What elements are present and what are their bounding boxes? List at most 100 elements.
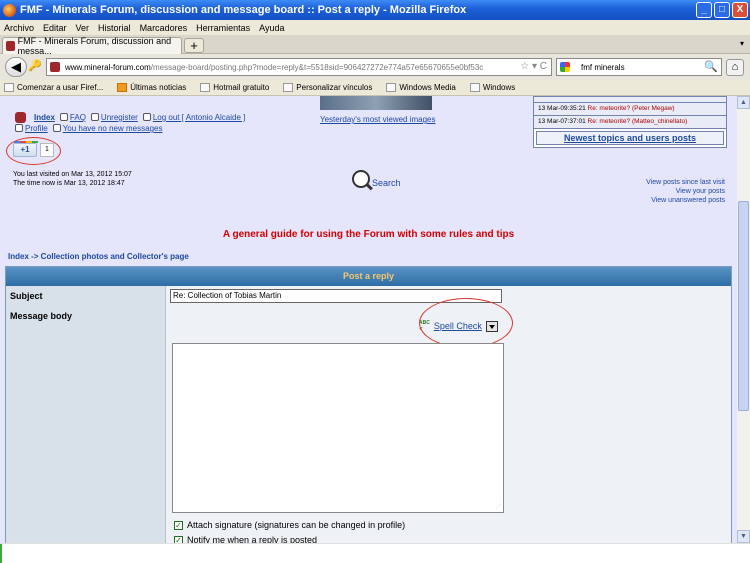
scroll-up-button[interactable]: ▲ bbox=[737, 96, 750, 109]
search-link[interactable]: Search bbox=[352, 170, 401, 188]
page-icon bbox=[283, 83, 294, 92]
topic-time: 13 Mar-09:35:21 bbox=[538, 105, 586, 112]
menu-archivo[interactable]: Archivo bbox=[4, 23, 34, 33]
progress-indicator bbox=[0, 544, 2, 563]
google-icon bbox=[560, 62, 570, 72]
unanswered-link[interactable]: View unanswered posts bbox=[646, 196, 725, 205]
annotation-circle bbox=[6, 137, 61, 165]
topic-time: 13 Mar-07:37:01 bbox=[538, 118, 586, 125]
tab-label: FMF - Minerals Forum, discussion and mes… bbox=[17, 36, 172, 56]
tab-list-button[interactable]: ▾ bbox=[740, 39, 744, 48]
forum-nav-2: Profile You have no new messages bbox=[15, 124, 162, 133]
menu-ver[interactable]: Ver bbox=[76, 23, 90, 33]
home-button[interactable]: ⌂ bbox=[726, 59, 744, 76]
bookmarks-toolbar: Comenzar a usar Firef... Últimas noticia… bbox=[0, 80, 750, 96]
menu-bar: Archivo Editar Ver Historial Marcadores … bbox=[0, 20, 750, 35]
bookmark-label: Comenzar a usar Firef... bbox=[17, 83, 104, 92]
topic-row[interactable]: 13 Mar-07:37:01 Re: meteorite? (Matteo_c… bbox=[534, 116, 726, 129]
breadcrumb[interactable]: Index -> Collection photos and Collector… bbox=[8, 252, 189, 261]
window-titlebar: FMF - Minerals Forum, discussion and mes… bbox=[0, 0, 750, 20]
subject-row: Subject Re: Collection of Tobias Martin bbox=[6, 286, 731, 306]
window-controls: _ □ X bbox=[696, 2, 748, 18]
forum-guide-link[interactable]: A general guide for using the Forum with… bbox=[0, 229, 737, 240]
bookmark-item[interactable]: Windows bbox=[469, 83, 515, 92]
bookmark-item[interactable]: Últimas noticias bbox=[117, 83, 186, 92]
url-bar[interactable]: www.mineral-forum.com/message-board/post… bbox=[46, 58, 552, 76]
form-header: Post a reply bbox=[6, 267, 731, 286]
faq-icon bbox=[59, 113, 68, 121]
page-scrollbar[interactable]: ▲ ▼ bbox=[737, 96, 750, 543]
menu-editar[interactable]: Editar bbox=[43, 23, 67, 33]
newest-topics-link[interactable]: Newest topics and users posts bbox=[536, 131, 724, 145]
menu-herramientas[interactable]: Herramientas bbox=[196, 23, 250, 33]
site-favicon-icon bbox=[6, 41, 15, 51]
search-bar[interactable]: fmf minerals 🔍 bbox=[556, 58, 722, 76]
time-now-text: The time now is Mar 13, 2012 18:47 bbox=[13, 180, 125, 187]
url-favicon-icon bbox=[50, 62, 60, 72]
attach-signature-option: ✓ Attach signature (signatures can be ch… bbox=[174, 520, 405, 530]
minimize-button[interactable]: _ bbox=[696, 2, 712, 18]
rss-icon bbox=[117, 83, 128, 92]
bookmark-label: Últimas noticias bbox=[130, 83, 187, 92]
scroll-thumb[interactable] bbox=[738, 201, 749, 411]
tab-fmf[interactable]: FMF - Minerals Forum, discussion and mes… bbox=[2, 36, 182, 56]
index-link[interactable]: Index bbox=[34, 113, 55, 122]
close-button[interactable]: X bbox=[732, 2, 748, 18]
tab-bar: FMF - Minerals Forum, discussion and mes… bbox=[0, 35, 750, 56]
index-icon bbox=[15, 112, 26, 123]
topic-row[interactable]: 13 Mar-09:35:21 Re: meteorite? (Peter Me… bbox=[534, 103, 726, 116]
user-links: View posts since last visit View your po… bbox=[646, 178, 725, 205]
your-posts-link[interactable]: View your posts bbox=[646, 187, 725, 196]
featured-image[interactable] bbox=[320, 96, 432, 110]
url-path: /message-board/posting.php?mode=reply&t=… bbox=[150, 62, 484, 72]
logout-icon bbox=[142, 113, 151, 121]
faq-link[interactable]: FAQ bbox=[70, 113, 86, 122]
search-value: fmf minerals bbox=[581, 62, 625, 72]
bookmark-item[interactable]: Hotmail gratuito bbox=[200, 83, 269, 92]
message-textarea[interactable]: ⋰ bbox=[172, 343, 504, 513]
most-viewed-link[interactable]: Yesterday's most viewed images bbox=[320, 115, 436, 124]
resize-grip-icon[interactable]: ⋰ bbox=[495, 503, 501, 510]
back-button[interactable]: ◀ bbox=[5, 57, 27, 77]
attach-signature-checkbox[interactable]: ✓ bbox=[174, 520, 183, 530]
maximize-button[interactable]: □ bbox=[714, 2, 730, 18]
subject-label: Subject bbox=[6, 286, 166, 306]
messages-link[interactable]: You have no new messages bbox=[63, 124, 163, 133]
bookmark-label: Windows Media bbox=[399, 83, 456, 92]
new-tab-button[interactable]: + bbox=[184, 38, 204, 53]
page-icon bbox=[386, 83, 397, 92]
bookmark-star-icon[interactable]: ☆ ▾ C bbox=[520, 61, 547, 72]
search-go-icon[interactable]: 🔍 bbox=[704, 60, 718, 73]
page-icon bbox=[200, 83, 211, 92]
unregister-icon bbox=[90, 113, 99, 121]
bookmark-item[interactable]: Comenzar a usar Firef... bbox=[4, 83, 103, 92]
topic-title: Re: meteorite? (Peter Megaw) bbox=[587, 105, 675, 112]
window-title: FMF - Minerals Forum, discussion and mes… bbox=[20, 4, 467, 16]
page-icon bbox=[4, 83, 14, 92]
bookmark-label: Hotmail gratuito bbox=[213, 83, 270, 92]
bookmark-item[interactable]: Windows Media bbox=[386, 83, 456, 92]
bookmark-item[interactable]: Personalizar vínculos bbox=[283, 83, 372, 92]
annotation-circle bbox=[419, 298, 513, 348]
post-reply-form: Post a reply Subject Re: Collection of T… bbox=[5, 266, 732, 563]
page-content: Yesterday's most viewed images Index FAQ… bbox=[0, 96, 737, 563]
recent-topics: 13 Mar-09:35:21 Re: meteorite? (Peter Me… bbox=[533, 96, 727, 148]
site-identity-icon[interactable]: 🔑 bbox=[28, 59, 42, 72]
unregister-link[interactable]: Unregister bbox=[101, 113, 138, 122]
scroll-down-button[interactable]: ▼ bbox=[737, 530, 750, 543]
page-icon bbox=[469, 83, 480, 92]
message-body-label: Message body bbox=[6, 306, 166, 563]
forum-nav: Index FAQ Unregister Log out [ Antonio A… bbox=[15, 112, 245, 123]
menu-ayuda[interactable]: Ayuda bbox=[259, 23, 284, 33]
menu-marcadores[interactable]: Marcadores bbox=[140, 23, 188, 33]
visit-info: You last visited on Mar 13, 2012 15:07 T… bbox=[13, 170, 132, 188]
message-row: Message body ABC ✔ Spell Check ⋰ ✓ Attach… bbox=[6, 298, 731, 563]
profile-link[interactable]: Profile bbox=[25, 124, 48, 133]
messages-icon bbox=[52, 124, 61, 132]
posts-since-link[interactable]: View posts since last visit bbox=[646, 178, 725, 187]
attach-signature-label: Attach signature (signatures can be chan… bbox=[187, 520, 406, 530]
menu-historial[interactable]: Historial bbox=[98, 23, 131, 33]
search-icon bbox=[352, 170, 370, 188]
profile-icon bbox=[15, 124, 23, 132]
logout-link[interactable]: Log out [ Antonio Alcaide ] bbox=[153, 113, 246, 122]
